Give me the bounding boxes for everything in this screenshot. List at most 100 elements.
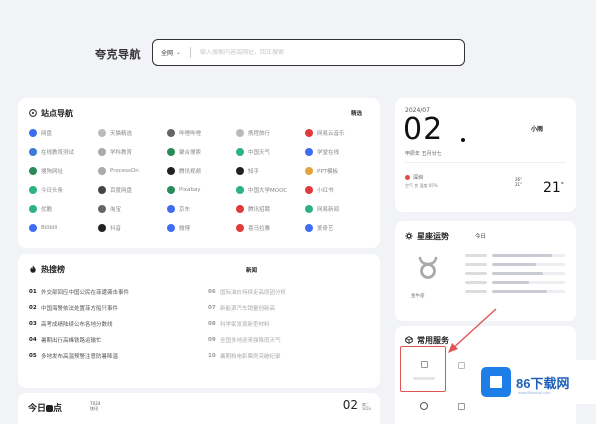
sign-name[interactable]: 金牛座 [411,293,425,299]
site-link[interactable]: 抖音 [98,222,167,233]
fortune-bar-fill [492,253,552,257]
hot-title: 暑期出行高峰铁路运输忙 [41,337,102,344]
hot-list-item[interactable]: 10 暑期档电影票房突破纪录 [208,350,371,361]
site-link[interactable]: 今日头条 [29,184,98,195]
service-tile-3-icon[interactable] [420,402,428,410]
daily-news-banner[interactable]: 今日点 7X24 快讯 02 周二 2024 [18,393,380,424]
site-link-label: 在线教育测试 [41,149,75,156]
site-link-label: 天猫精选 [110,130,133,137]
hot-list-item[interactable]: 08 科学家发现新型材料 [208,318,371,329]
watermark-text: 86下载网 [516,375,570,391]
site-nav-card: 站点导航 精选 网盘 天猫精选 哔哩哔哩 携程旅行 网易云音乐在线教育测试 学科教育 聚合搜… [18,98,380,248]
site-link[interactable]: 携程旅行 [236,127,305,138]
site-link[interactable]: 网易新闻 [305,203,374,214]
site-favicon-icon [29,128,37,137]
site-link-label: 京东 [179,206,191,213]
daily-tiny: 7X24 快讯 [90,401,100,411]
hot-list-item[interactable]: 02 中国海警依法处置菲方船只事件 [29,302,192,313]
site-link[interactable]: ProcessOn [98,165,167,176]
hot-title: 外交部回应中国公民在菲遭袭击事件 [41,289,130,296]
hot-rank: 07 [208,304,216,311]
fortune-bar-label [465,262,487,266]
site-link-label: 爱奇艺 [317,225,334,232]
site-link[interactable]: 网易云音乐 [305,127,374,138]
tab-featured[interactable]: 精选 [351,109,362,117]
fortune-bar-track [492,280,565,284]
site-link[interactable]: 知乎 [236,165,305,176]
site-link[interactable]: 中国天气 [236,146,305,157]
site-link[interactable]: Pixabay [167,184,236,195]
site-link-label: 小红书 [317,187,334,194]
site-link[interactable]: 优酷 [29,203,98,214]
site-link[interactable]: 中国大学MOOC [236,184,305,195]
lunar-date: 甲辰年 五月廿七 [405,151,442,157]
site-link[interactable]: 小红书 [305,184,374,195]
site-link[interactable]: 腾讯招聘 [236,203,305,214]
site-link[interactable]: PPT模板 [305,165,374,176]
site-link-label: ProcessOn [110,167,139,174]
hot-list-item[interactable]: 05 多地发布高温预警注意防暑降温 [29,350,192,361]
tab-news[interactable]: 新闻 [246,266,257,274]
site-favicon-icon [98,166,106,175]
site-link[interactable]: Bilibili [29,222,98,233]
hot-rank: 08 [208,320,216,327]
hot-list-item[interactable]: 01 外交部回应中国公民在菲遭袭击事件 [29,286,192,297]
site-link[interactable]: 腾讯视频 [167,165,236,176]
site-link[interactable]: 爱奇艺 [305,222,374,233]
site-link[interactable]: 学科教育 [98,146,167,157]
hot-rank: 04 [29,336,37,343]
site-link[interactable]: 网盘 [29,127,98,138]
site-link[interactable]: 淘宝 [98,203,167,214]
site-link[interactable]: 搜狗网址 [29,165,98,176]
site-link[interactable]: 哔哩哔哩 [167,127,236,138]
hot-list-item[interactable]: 06 国际油价持续走高原因分析 [208,286,371,297]
site-link[interactable]: 微博 [167,222,236,233]
site-favicon-icon [167,204,175,213]
site-link-label: 搜狗网址 [41,168,64,175]
service-tile-4-icon[interactable] [458,403,465,410]
site-link[interactable]: 聚合搜索 [167,146,236,157]
hot-rank: 03 [29,320,37,327]
taurus-icon[interactable] [417,255,439,281]
logo[interactable]: 夸克导航 [95,46,141,62]
hot-title: 高考成绩陆续公布各地分数线 [41,321,113,328]
site-link[interactable]: 百度网盘 [98,184,167,195]
site-link-label: 抖音 [110,225,122,232]
site-favicon-icon [305,166,313,175]
watermark-logo-icon [481,367,511,397]
search-scope-dropdown[interactable]: 全网 ⌄ [161,48,181,57]
site-link[interactable]: 京东 [167,203,236,214]
hot-list-item[interactable]: 03 高考成绩陆续公布各地分数线 [29,318,192,329]
daily-brand: 今日点 [28,401,62,414]
site-favicon-icon [305,204,313,213]
site-link-label: 聚合搜索 [179,149,202,156]
site-link-label: 今日头条 [41,187,64,194]
compass-icon [29,108,37,119]
site-link[interactable]: 在线教育测试 [29,146,98,157]
site-link[interactable]: 喜马拉雅 [236,222,305,233]
site-nav-title: 站点导航 [29,108,73,119]
hot-list-item[interactable]: 09 全国多地迎来强降雨天气 [208,334,371,345]
fortune-bar-row [465,280,565,284]
site-link[interactable]: 天猫精选 [98,127,167,138]
search-input[interactable] [200,49,456,56]
weather-location[interactable]: 深圳 [405,174,423,181]
tab-today[interactable]: 今日 [475,232,486,240]
site-favicon-icon [236,147,244,156]
fortune-bar-fill [492,289,547,293]
search-bar[interactable]: 全网 ⌄ [152,39,465,66]
hot-rank: 10 [208,352,216,359]
site-favicon-icon [98,185,106,194]
horoscope-title: 星座运势 [405,231,449,242]
site-favicon-icon [305,223,313,232]
hot-list-item[interactable]: 07 新能源汽车销量创新高 [208,302,371,313]
hot-title: 暑期档电影票房突破纪录 [220,353,281,360]
site-link[interactable]: 学堂在线 [305,146,374,157]
hot-list-item[interactable]: 04 暑期出行高峰铁路运输忙 [29,334,192,345]
daily-dot-icon [46,405,54,412]
date-weather-card[interactable]: 2024/07 02 甲辰年 五月廿七 小雨 深圳 空气 良 湿度 85% 26… [395,98,576,212]
fortune-bar-row [465,253,565,257]
hot-title: 新能源汽车销量创新高 [220,305,276,312]
site-favicon-icon [29,223,37,232]
weather-location-text: 深圳 [413,175,424,181]
